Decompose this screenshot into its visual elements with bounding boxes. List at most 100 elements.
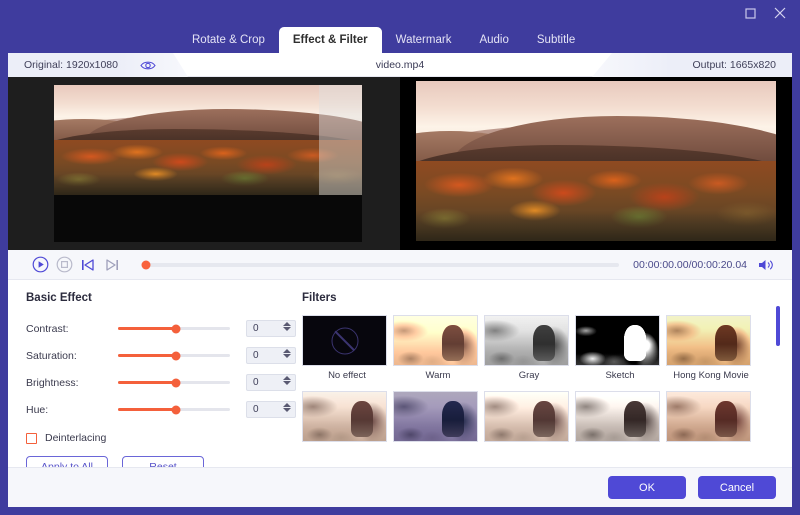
contrast-stepper-arrows[interactable] (283, 322, 291, 331)
basic-effect-panel: Basic Effect Contrast: 0 Saturation: 0 B… (8, 280, 300, 477)
dialog-footer: OK Cancel (8, 467, 792, 507)
filter-thumbnail[interactable] (666, 391, 751, 442)
maximize-icon[interactable] (740, 4, 760, 22)
output-preview-image (416, 81, 776, 249)
stepper-up-icon[interactable] (283, 376, 291, 380)
contrast-slider[interactable] (118, 324, 230, 333)
title-bar (0, 0, 800, 27)
play-circle-icon[interactable] (28, 253, 52, 277)
filter-label: Warm (425, 370, 451, 381)
tab-subtitle[interactable]: Subtitle (523, 27, 589, 53)
filter-label: Hong Kong Movie (673, 370, 749, 381)
contrast-label: Contrast: (26, 322, 69, 335)
brightness-row: Brightness: 0 (26, 369, 300, 396)
hue-stepper[interactable]: 0 (246, 401, 296, 418)
timecode-label: 00:00:00.00/00:00:20.04 (633, 258, 747, 271)
filters-scrollbar[interactable] (776, 306, 780, 454)
filter-item-no-effect[interactable]: No effect (302, 315, 392, 381)
info-strip: video.mp4 Original: 1920x1080 Output: 16… (8, 53, 792, 77)
contrast-value: 0 (253, 323, 259, 334)
deinterlacing-checkbox[interactable] (26, 432, 37, 444)
player-bar: 00:00:00.00/00:00:20.04 (8, 250, 792, 280)
stepper-down-icon[interactable] (283, 408, 291, 412)
saturation-stepper[interactable]: 0 (246, 347, 296, 364)
filter-label: Gray (518, 370, 540, 381)
hue-stepper-arrows[interactable] (283, 403, 291, 412)
playback-progress-slider[interactable] (141, 260, 620, 269)
close-icon[interactable] (770, 4, 790, 22)
filter-thumbnail[interactable] (393, 315, 478, 366)
filter-item-row2-4[interactable] (575, 391, 665, 446)
saturation-value: 0 (253, 350, 259, 361)
eye-icon[interactable] (140, 60, 156, 71)
filter-thumbnail[interactable] (575, 315, 660, 366)
volume-icon[interactable] (757, 258, 774, 272)
stepper-up-icon[interactable] (283, 403, 291, 407)
filter-thumbnail[interactable] (484, 391, 569, 442)
deinterlacing-label: Deinterlacing (45, 432, 107, 444)
filters-grid: No effect Warm Gray Sketch Hong Kong Mov… (302, 315, 792, 446)
previous-frame-icon[interactable] (76, 253, 100, 277)
playhead-handle[interactable] (141, 260, 151, 269)
filter-thumbnail[interactable] (484, 315, 569, 366)
saturation-label: Saturation: (26, 349, 77, 362)
original-video-frame (54, 85, 362, 195)
filter-item-sketch[interactable]: Sketch (575, 315, 665, 381)
tab-rotate-crop[interactable]: Rotate & Crop (178, 27, 279, 53)
filter-item-row2-2[interactable] (393, 391, 483, 446)
next-frame-icon[interactable] (100, 253, 124, 277)
brightness-label: Brightness: (26, 376, 79, 389)
hue-slider[interactable] (118, 405, 230, 414)
brightness-slider[interactable] (118, 378, 230, 387)
filter-thumbnail[interactable] (575, 391, 660, 442)
filter-thumbnail[interactable] (302, 391, 387, 442)
filter-thumbnail[interactable] (302, 315, 387, 366)
filter-thumbnail[interactable] (666, 315, 751, 366)
filters-panel: Filters No effect Warm Gray Sketch Hong … (300, 280, 792, 467)
filters-title: Filters (302, 292, 337, 304)
saturation-slider[interactable] (118, 351, 230, 360)
original-resolution-group: Original: 1920x1080 (8, 53, 188, 77)
hue-label: Hue: (26, 403, 49, 416)
filter-item-gray[interactable]: Gray (484, 315, 574, 381)
saturation-stepper-arrows[interactable] (283, 349, 291, 358)
app-window: Rotate & Crop Effect & Filter Watermark … (0, 0, 800, 515)
hue-row: Hue: 0 (26, 396, 300, 423)
filter-item-row2-1[interactable] (302, 391, 392, 446)
original-resolution-label: Original: 1920x1080 (24, 59, 118, 71)
filters-scrollbar-thumb[interactable] (776, 306, 780, 346)
stepper-up-icon[interactable] (283, 349, 291, 353)
brightness-value: 0 (253, 377, 259, 388)
filter-item-row2-5[interactable] (666, 391, 756, 446)
tab-audio[interactable]: Audio (465, 27, 522, 53)
original-preview-image (54, 85, 362, 242)
output-video-frame (416, 81, 776, 241)
output-resolution-group: Output: 1665x820 (592, 53, 792, 77)
window-controls (740, 4, 790, 22)
contrast-stepper[interactable]: 0 (246, 320, 296, 337)
stop-circle-icon[interactable] (52, 253, 76, 277)
filter-item-warm[interactable]: Warm (393, 315, 483, 381)
stepper-down-icon[interactable] (283, 354, 291, 358)
editor-window: video.mp4 Original: 1920x1080 Output: 16… (8, 53, 792, 507)
filter-label: No effect (328, 370, 366, 381)
hue-value: 0 (253, 404, 259, 415)
tab-effect-filter[interactable]: Effect & Filter (278, 27, 382, 53)
brightness-stepper[interactable]: 0 (246, 374, 296, 391)
filter-thumbnail[interactable] (393, 391, 478, 442)
filter-item-row2-3[interactable] (484, 391, 574, 446)
filter-item-hong-kong-movie[interactable]: Hong Kong Movie (666, 315, 756, 381)
cancel-button[interactable]: Cancel (698, 476, 776, 499)
preview-area (8, 77, 792, 250)
ok-button[interactable]: OK (608, 476, 686, 499)
stepper-down-icon[interactable] (283, 327, 291, 331)
original-preview-pane (8, 77, 400, 250)
brightness-stepper-arrows[interactable] (283, 376, 291, 385)
output-resolution-label: Output: 1665x820 (692, 59, 776, 71)
tab-watermark[interactable]: Watermark (382, 27, 466, 53)
deinterlacing-row: Deinterlacing (26, 432, 300, 444)
settings-area: Basic Effect Contrast: 0 Saturation: 0 B… (8, 280, 792, 477)
stepper-up-icon[interactable] (283, 322, 291, 326)
output-preview-pane (400, 77, 792, 250)
stepper-down-icon[interactable] (283, 381, 291, 385)
